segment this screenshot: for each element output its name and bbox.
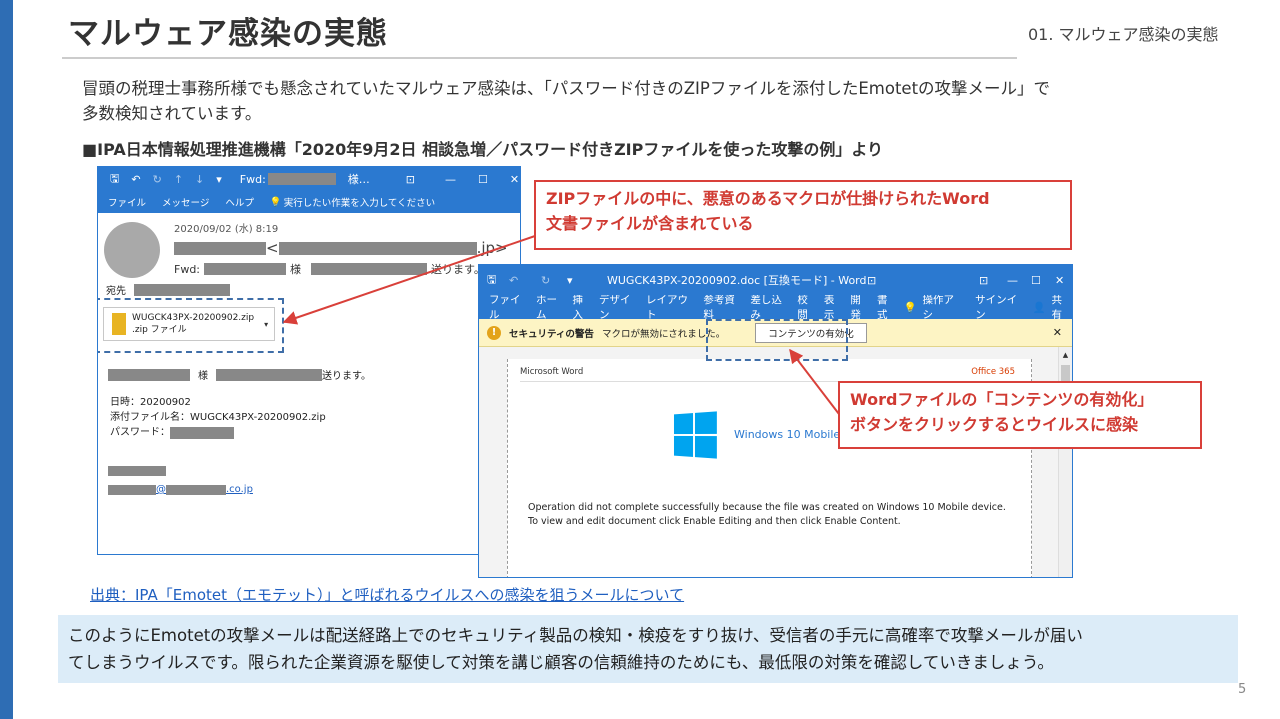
conclusion-line-2: てしまうウイルスです。限られた企業資源を駆使して対策を講じ顧客の信頼維持のために… — [68, 653, 1054, 672]
callout-word-line-2: ボタンをクリックするとウイルスに感染 — [850, 415, 1139, 434]
arrow-to-enable-button — [789, 348, 843, 419]
callout-zip: ZIPファイルの中に、悪意のあるマクロが仕掛けられたWord 文書ファイルが含ま… — [534, 180, 1072, 250]
conclusion-line-1: このようにEmotetの攻撃メールは配送経路上でのセキュリティ製品の検知・検疫を… — [68, 626, 1083, 645]
callout-arrows — [282, 235, 843, 419]
page-number: 5 — [1238, 682, 1247, 697]
callout-zip-line-2: 文書ファイルが含まれている — [546, 214, 754, 233]
callout-zip-line-1: ZIPファイルの中に、悪意のあるマクロが仕掛けられたWord — [546, 189, 990, 208]
callout-word: Wordファイルの「コンテンツの有効化」 ボタンをクリックするとウイルスに感染 — [838, 381, 1202, 449]
conclusion-box: このようにEmotetの攻撃メールは配送経路上でのセキュリティ製品の検知・検疫を… — [58, 615, 1238, 683]
callout-word-line-1: Wordファイルの「コンテンツの有効化」 — [850, 390, 1154, 409]
citation-link[interactable]: 出典：IPA「Emotet（エモテット）」と呼ばれるウイルスへの感染を狙うメール… — [90, 584, 684, 605]
arrow-to-attachment — [282, 235, 536, 325]
